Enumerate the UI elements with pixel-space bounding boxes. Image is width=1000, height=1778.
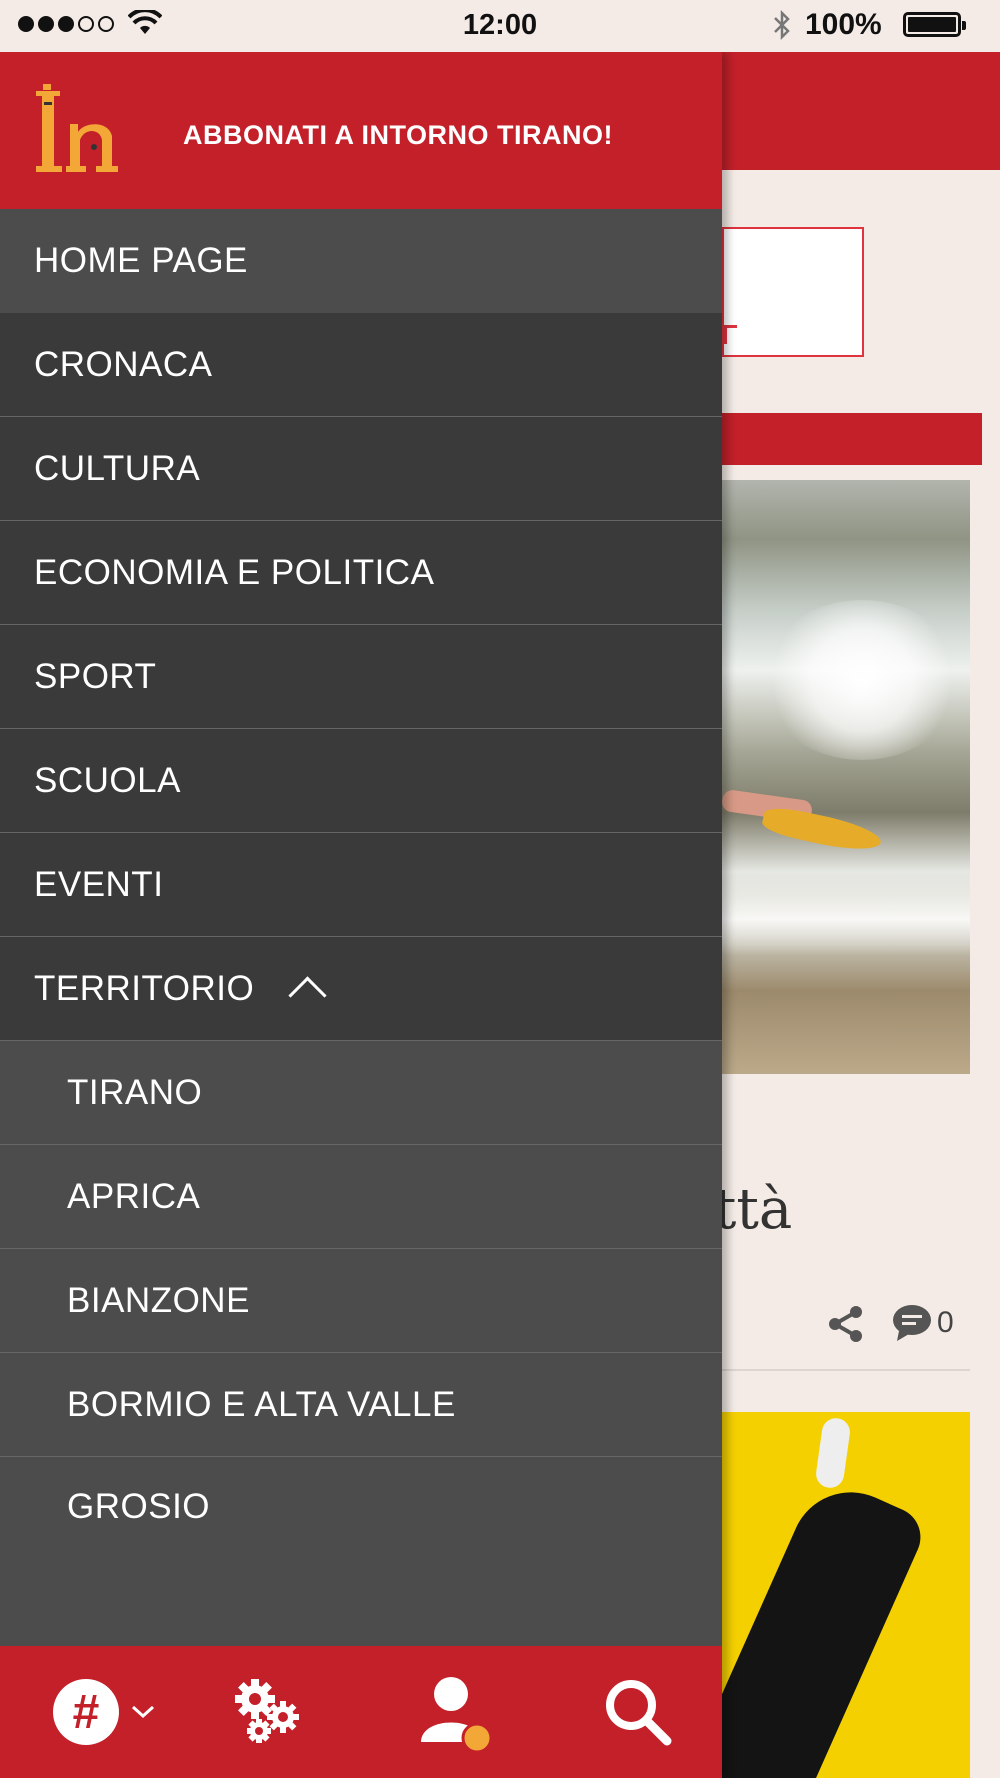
notification-dot	[461, 1722, 493, 1752]
article-image-2[interactable]	[722, 1412, 970, 1778]
section-bar	[722, 413, 982, 465]
article-image[interactable]	[722, 480, 970, 1074]
comment-icon[interactable]	[891, 1303, 933, 1343]
battery-icon	[903, 12, 966, 37]
menu-item-label: SCUOLA	[34, 760, 181, 800]
side-drawer: ABBONATI A INTORNO TIRANO! HOME PAGE CRO…	[0, 52, 722, 1778]
logo[interactable]	[34, 80, 144, 180]
submenu-item-aprica[interactable]: APRICA	[0, 1145, 722, 1249]
divider	[722, 1369, 970, 1371]
submenu-item-bianzone[interactable]: BIANZONE	[0, 1249, 722, 1353]
subscribe-link[interactable]: ABBONATI A INTORNO TIRANO!	[183, 120, 613, 151]
menu-item-label: SPORT	[34, 656, 157, 696]
submenu-item-label: TIRANO	[67, 1072, 203, 1112]
user-icon	[421, 1677, 493, 1752]
menu-item-label: EVENTI	[34, 864, 164, 904]
chevron-down-icon	[131, 1705, 155, 1719]
menu-item-eventi[interactable]: EVENTI	[0, 833, 722, 937]
menu-item-label: CULTURA	[34, 448, 201, 488]
comment-count: 0	[937, 1306, 954, 1339]
submenu-item-bormio-e-alta-valle[interactable]: BORMIO E ALTA VALLE	[0, 1353, 722, 1457]
submenu-item-grosio[interactable]: GROSIO	[0, 1457, 722, 1646]
submenu-item-tirano[interactable]: TIRANO	[0, 1041, 722, 1145]
user-button[interactable]	[405, 1646, 505, 1778]
drawer-toolbar: #	[0, 1646, 722, 1778]
page-header	[722, 52, 1000, 170]
hashtag-button[interactable]: #	[50, 1646, 160, 1778]
submenu-item-label: BORMIO E ALTA VALLE	[67, 1384, 456, 1424]
menu-item-sport[interactable]: SPORT	[0, 625, 722, 729]
search-icon	[606, 1680, 672, 1746]
settings-icon	[235, 1679, 299, 1743]
settings-button[interactable]	[218, 1646, 318, 1778]
menu-item-label: CRONACA	[34, 344, 213, 384]
bluetooth-icon	[774, 9, 790, 41]
drawer-header: ABBONATI A INTORNO TIRANO!	[0, 52, 722, 209]
menu-item-cronaca[interactable]: CRONACA	[0, 313, 722, 417]
ad-banner[interactable]	[722, 227, 864, 357]
menu-item-label: TERRITORIO	[34, 968, 255, 1008]
menu-item-label: HOME PAGE	[34, 241, 248, 280]
chevron-up-icon	[288, 976, 327, 1015]
battery-percent: 100%	[805, 8, 882, 41]
menu-item-territorio[interactable]: TERRITORIO	[0, 937, 722, 1041]
menu-item-cultura[interactable]: CULTURA	[0, 417, 722, 521]
menu-item-label: ECONOMIA E POLITICA	[34, 552, 435, 592]
share-icon[interactable]	[826, 1304, 866, 1344]
search-button[interactable]	[588, 1646, 688, 1778]
menu-item-scuola[interactable]: SCUOLA	[0, 729, 722, 833]
status-bar: 12:00 100%	[0, 0, 1000, 52]
hashtag-icon: #	[53, 1679, 119, 1745]
menu-item-economia-e-politica[interactable]: ECONOMIA E POLITICA	[0, 521, 722, 625]
submenu-item-label: APRICA	[67, 1176, 201, 1216]
menu-item-home-page[interactable]: HOME PAGE	[0, 209, 722, 313]
submenu-item-label: BIANZONE	[67, 1280, 250, 1320]
submenu-item-label: GROSIO	[67, 1487, 211, 1526]
